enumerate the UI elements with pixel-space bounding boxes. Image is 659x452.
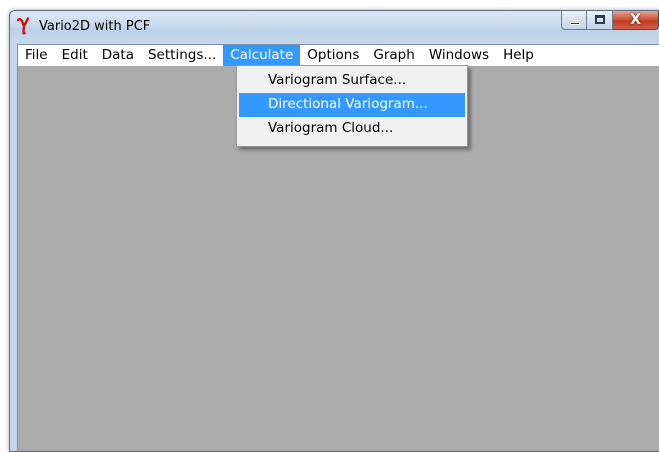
- window-title: Vario2D with PCF: [39, 19, 151, 34]
- menu-bar: File Edit Data Settings... Calculate Opt…: [18, 45, 659, 66]
- menu-calculate[interactable]: Calculate: [223, 45, 301, 66]
- title-bar[interactable]: Vario2D with PCF X: [10, 11, 659, 44]
- menu-help[interactable]: Help: [496, 45, 541, 66]
- gamma-icon: [17, 17, 30, 35]
- menu-file[interactable]: File: [18, 45, 55, 66]
- caption-buttons: X: [561, 11, 659, 31]
- menu-item-variogram-cloud[interactable]: Variogram Cloud...: [239, 117, 465, 141]
- menu-settings[interactable]: Settings...: [141, 45, 223, 66]
- minimize-icon: [570, 22, 580, 25]
- close-button[interactable]: X: [613, 11, 659, 30]
- maximize-icon: [595, 15, 605, 24]
- menu-data[interactable]: Data: [95, 45, 141, 66]
- menu-graph[interactable]: Graph: [366, 45, 421, 66]
- close-icon: X: [630, 12, 641, 28]
- calculate-dropdown-menu: Variogram Surface... Directional Variogr…: [236, 65, 468, 147]
- menu-windows[interactable]: Windows: [422, 45, 496, 66]
- maximize-button[interactable]: [587, 11, 613, 30]
- minimize-button[interactable]: [561, 11, 587, 30]
- menu-item-directional-variogram[interactable]: Directional Variogram...: [239, 93, 465, 117]
- menu-options[interactable]: Options: [300, 45, 366, 66]
- menu-item-variogram-surface[interactable]: Variogram Surface...: [239, 69, 465, 93]
- menu-edit[interactable]: Edit: [55, 45, 95, 66]
